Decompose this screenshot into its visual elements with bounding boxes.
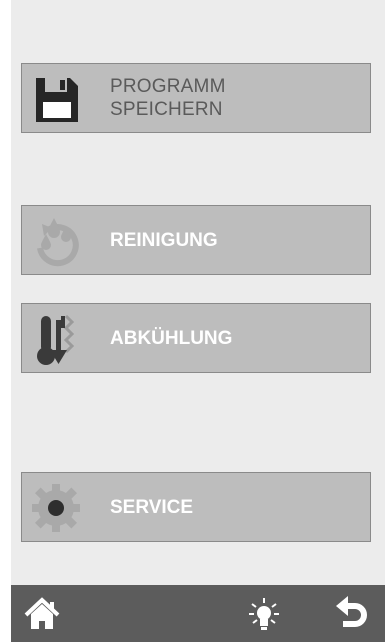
save-program-label-line1: PROGRAMM	[110, 76, 226, 97]
save-program-label: PROGRAMM SPEICHERN	[110, 75, 362, 121]
bottom-bar	[11, 585, 385, 642]
floppy-disk-icon	[36, 78, 78, 122]
save-program-button[interactable]: PROGRAMM SPEICHERN	[21, 63, 371, 133]
thermometer-down-icon	[37, 314, 75, 365]
cleaning-button[interactable]: REINIGUNG	[21, 205, 371, 275]
water-drops-refresh-icon	[37, 218, 79, 267]
cooling-label: ABKÜHLUNG	[110, 327, 233, 349]
app-screen: PROGRAMM SPEICHERN REINIGUNG ABKÜHLUNG S…	[11, 0, 385, 642]
cooling-button[interactable]: ABKÜHLUNG	[21, 303, 371, 373]
save-program-label-line2: SPEICHERN	[110, 99, 223, 120]
back-arrow-icon[interactable]	[333, 594, 369, 634]
light-bulb-icon[interactable]	[247, 596, 281, 632]
service-button[interactable]: SERVICE	[21, 472, 371, 542]
gear-icon	[32, 484, 80, 532]
service-label: SERVICE	[110, 496, 194, 518]
home-icon[interactable]	[23, 596, 61, 632]
cleaning-label: REINIGUNG	[110, 229, 218, 251]
